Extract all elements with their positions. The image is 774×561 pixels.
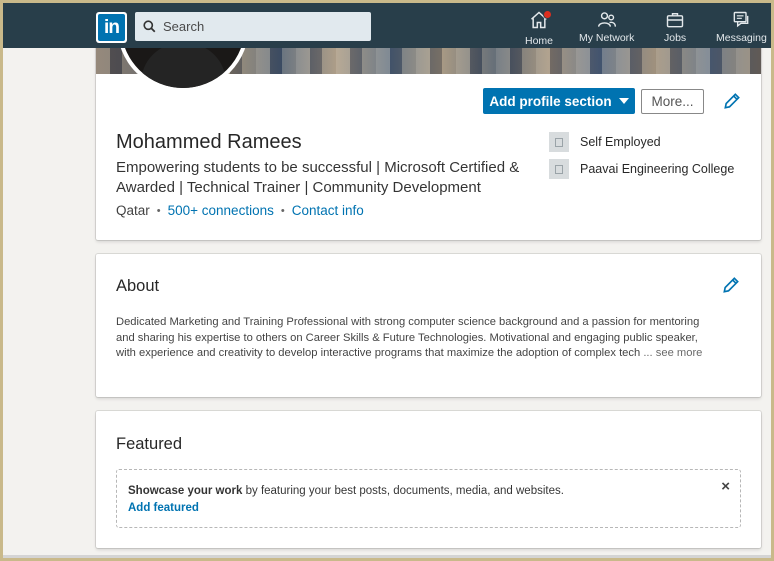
logo-text: in — [98, 14, 125, 41]
featured-title: Featured — [116, 435, 183, 453]
school-logo-icon — [549, 159, 569, 179]
about-title: About — [116, 277, 160, 295]
about-line: Dedicated Marketing and Training Profess… — [116, 316, 700, 328]
profile-meta: Qatar • 500+ connections • Contact info — [116, 203, 364, 218]
add-featured-link[interactable]: Add featured — [128, 502, 199, 514]
close-icon[interactable]: × — [721, 478, 730, 495]
profile-location: Qatar — [116, 203, 150, 218]
notification-badge — [543, 10, 552, 19]
messaging-icon — [734, 11, 749, 28]
top-nav-bar: in Home My Network Jobs — [3, 3, 771, 48]
about-line: and sharing his expertise to others on C… — [116, 331, 698, 344]
more-button[interactable]: More... — [641, 89, 704, 114]
add-profile-section-label: Add profile section — [489, 93, 612, 109]
separator-dot: • — [156, 204, 161, 217]
featured-bold: Showcase your work — [128, 485, 243, 497]
add-profile-section-button[interactable]: Add profile section — [483, 88, 635, 114]
nav-my-network-label: My Network — [579, 32, 635, 44]
edit-intro-pencil-icon[interactable] — [722, 91, 742, 111]
featured-text: by featuring your best posts, documents,… — [242, 485, 564, 497]
profile-headline: Empowering students to be successful | M… — [116, 159, 520, 196]
company-logo-icon — [549, 132, 569, 152]
nav-my-network[interactable]: My Network — [579, 10, 634, 46]
experience-label: Self Employed — [580, 135, 661, 149]
network-icon — [597, 12, 616, 27]
education-label: Paavai Engineering College — [580, 162, 735, 176]
briefcase-icon — [666, 13, 684, 28]
featured-placeholder-box: Showcase your work by featuring your bes… — [116, 469, 741, 528]
contact-info-link[interactable]: Contact info — [292, 203, 364, 218]
about-card: About Dedicated Marketing and Training P… — [96, 254, 761, 397]
nav-home[interactable]: Home — [525, 10, 554, 47]
profile-name: Mohammed Ramees — [116, 131, 302, 153]
about-text: Dedicated Marketing and Training Profess… — [116, 315, 741, 362]
nav-home-label: Home — [525, 35, 554, 47]
education-item-paavai[interactable]: Paavai Engineering College — [549, 159, 734, 179]
nav-jobs[interactable]: Jobs — [664, 10, 686, 46]
nav-messaging[interactable]: Messaging — [716, 10, 767, 46]
connections-link[interactable]: 500+ connections — [168, 203, 274, 218]
bottom-divider — [3, 555, 771, 558]
featured-card: Featured Showcase your work by featuring… — [96, 411, 761, 548]
separator-dot: • — [280, 204, 285, 217]
search-icon — [143, 20, 156, 33]
nav-messaging-label: Messaging — [716, 32, 767, 44]
see-more-link[interactable]: ... see more — [643, 347, 702, 359]
edit-about-pencil-icon[interactable] — [721, 275, 741, 295]
search-input[interactable] — [163, 19, 363, 34]
about-line: with experience and creativity to develo… — [116, 346, 741, 362]
search-box[interactable] — [135, 12, 371, 41]
linkedin-logo[interactable]: in — [96, 12, 127, 43]
caret-down-icon — [618, 98, 629, 104]
nav-jobs-label: Jobs — [664, 32, 687, 44]
about-line-text: with experience and creativity to develo… — [116, 347, 641, 360]
experience-item-self-employed[interactable]: Self Employed — [549, 132, 661, 152]
featured-description: Showcase your work by featuring your bes… — [128, 485, 564, 497]
